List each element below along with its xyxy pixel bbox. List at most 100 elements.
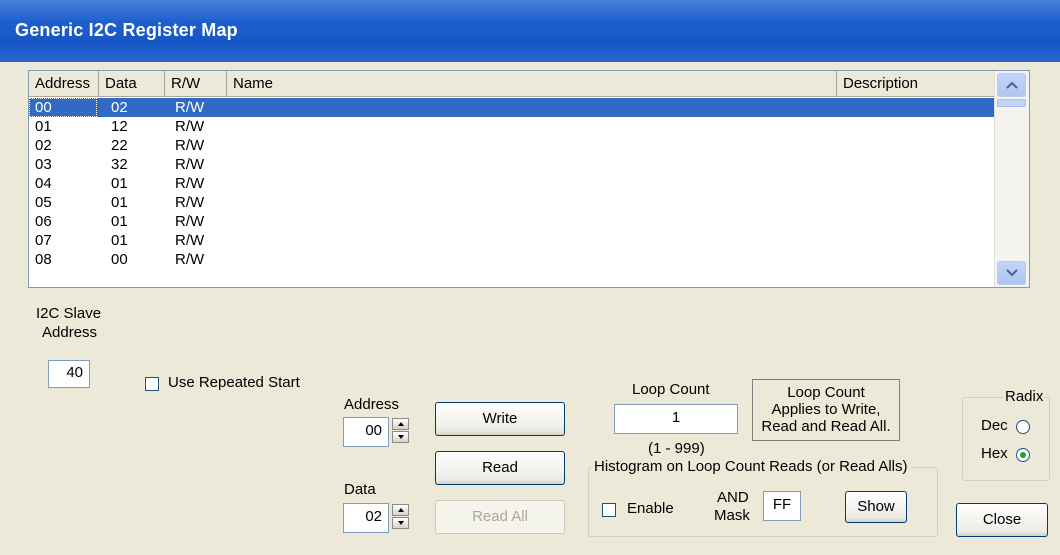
data-input[interactable]: 02 <box>343 503 389 533</box>
loop-count-note-line3: Read and Read All. <box>761 418 891 435</box>
name-cell <box>255 174 755 193</box>
loop-count-input[interactable]: 1 <box>614 404 738 434</box>
rw-cell: R/W <box>175 232 205 249</box>
data-cell: 01 <box>111 213 128 230</box>
data-cell: 02 <box>111 99 128 116</box>
radix-group <box>962 397 1050 481</box>
slave-address-label-line2: Address <box>42 324 98 341</box>
rw-cell: R/W <box>175 251 205 268</box>
rw-cell: R/W <box>175 175 205 192</box>
address-cell: 08 <box>35 251 52 268</box>
column-header-name[interactable]: Name <box>227 71 837 96</box>
data-cell: 01 <box>111 232 128 249</box>
description-cell <box>843 117 983 136</box>
description-cell <box>843 231 983 250</box>
rw-cell: R/W <box>175 118 205 135</box>
chevron-up-icon <box>1006 81 1018 89</box>
radix-dec-label: Dec <box>981 417 1008 434</box>
close-button[interactable]: Close <box>956 503 1048 537</box>
register-list[interactable]: Address Data R/W Name Description 00 02 R/… <box>28 70 1030 288</box>
histogram-enable-checkbox[interactable] <box>602 503 616 517</box>
show-button[interactable]: Show <box>845 491 907 523</box>
column-header-data[interactable]: Data <box>99 71 165 96</box>
title-bar: Generic I2C Register Map <box>0 0 1060 62</box>
address-cell: 03 <box>35 156 52 173</box>
address-spin-up-button[interactable] <box>392 418 409 430</box>
loop-count-range: (1 - 999) <box>648 440 705 457</box>
data-spin-up-button[interactable] <box>392 504 409 516</box>
description-cell <box>843 155 983 174</box>
close-button-label: Close <box>982 511 1022 528</box>
arrow-up-icon <box>398 508 404 512</box>
scroll-up-button[interactable] <box>997 73 1026 97</box>
data-spinner <box>392 504 409 530</box>
rw-cell: R/W <box>175 156 205 173</box>
name-cell <box>255 212 755 231</box>
table-row[interactable]: 01 12 R/W <box>29 117 995 136</box>
table-row[interactable]: 03 32 R/W <box>29 155 995 174</box>
loop-count-note: Loop Count Applies to Write, Read and Re… <box>752 379 900 441</box>
arrow-up-icon <box>398 422 404 426</box>
read-all-button-label: Read All <box>472 508 528 525</box>
read-all-button[interactable]: Read All <box>435 500 565 534</box>
list-header: Address Data R/W Name Description <box>29 71 995 97</box>
address-cell: 00 <box>29 98 97 117</box>
loop-count-label: Loop Count <box>632 381 710 398</box>
and-label: AND <box>717 489 749 506</box>
name-cell <box>255 98 755 117</box>
slave-address-input[interactable]: 40 <box>48 360 90 388</box>
arrow-down-icon <box>398 521 404 525</box>
table-row[interactable]: 07 01 R/W <box>29 231 995 250</box>
and-mask-input[interactable]: FF <box>763 491 801 521</box>
table-row[interactable]: 00 02 R/W <box>29 98 995 117</box>
address-input[interactable]: 00 <box>343 417 389 447</box>
data-cell: 00 <box>111 251 128 268</box>
radix-group-label: Radix <box>1003 388 1046 405</box>
slave-address-label-line1: I2C Slave <box>36 305 102 322</box>
repeated-start-label: Use Repeated Start <box>168 374 300 391</box>
description-cell <box>843 250 983 269</box>
rw-cell: R/W <box>175 194 205 211</box>
scroll-thumb[interactable] <box>997 99 1026 107</box>
table-row[interactable]: 02 22 R/W <box>29 136 995 155</box>
description-cell <box>843 193 983 212</box>
data-cell: 01 <box>111 175 128 192</box>
table-row[interactable]: 08 00 R/W <box>29 250 995 269</box>
chevron-down-icon <box>1006 269 1018 277</box>
name-cell <box>255 155 755 174</box>
data-spin-down-button[interactable] <box>392 517 409 529</box>
data-cell: 32 <box>111 156 128 173</box>
address-cell: 07 <box>35 232 52 249</box>
radix-hex-label: Hex <box>981 445 1008 462</box>
radix-dec-radio[interactable] <box>1016 420 1030 434</box>
vertical-scrollbar[interactable] <box>994 71 1029 287</box>
table-row[interactable]: 05 01 R/W <box>29 193 995 212</box>
table-row[interactable]: 04 01 R/W <box>29 174 995 193</box>
data-label: Data <box>344 481 376 498</box>
repeated-start-checkbox[interactable] <box>145 377 159 391</box>
window-title: Generic I2C Register Map <box>15 20 238 40</box>
description-cell <box>843 174 983 193</box>
name-cell <box>255 117 755 136</box>
table-row[interactable]: 06 01 R/W <box>29 212 995 231</box>
radix-hex-radio[interactable] <box>1016 448 1030 462</box>
write-button[interactable]: Write <box>435 402 565 436</box>
loop-count-note-line1: Loop Count <box>787 384 865 401</box>
data-cell: 12 <box>111 118 128 135</box>
address-spin-down-button[interactable] <box>392 431 409 443</box>
column-header-rw[interactable]: R/W <box>165 71 227 96</box>
arrow-down-icon <box>398 435 404 439</box>
data-cell: 22 <box>111 137 128 154</box>
column-header-address[interactable]: Address <box>29 71 99 96</box>
description-cell <box>843 212 983 231</box>
rw-cell: R/W <box>175 99 205 116</box>
column-header-description[interactable]: Description <box>837 71 995 96</box>
address-cell: 06 <box>35 213 52 230</box>
read-button[interactable]: Read <box>435 451 565 485</box>
data-cell: 01 <box>111 194 128 211</box>
description-cell <box>843 136 983 155</box>
loop-count-note-line2: Applies to Write, <box>771 401 881 418</box>
address-label: Address <box>344 396 400 413</box>
address-cell: 02 <box>35 137 52 154</box>
scroll-down-button[interactable] <box>997 261 1026 285</box>
